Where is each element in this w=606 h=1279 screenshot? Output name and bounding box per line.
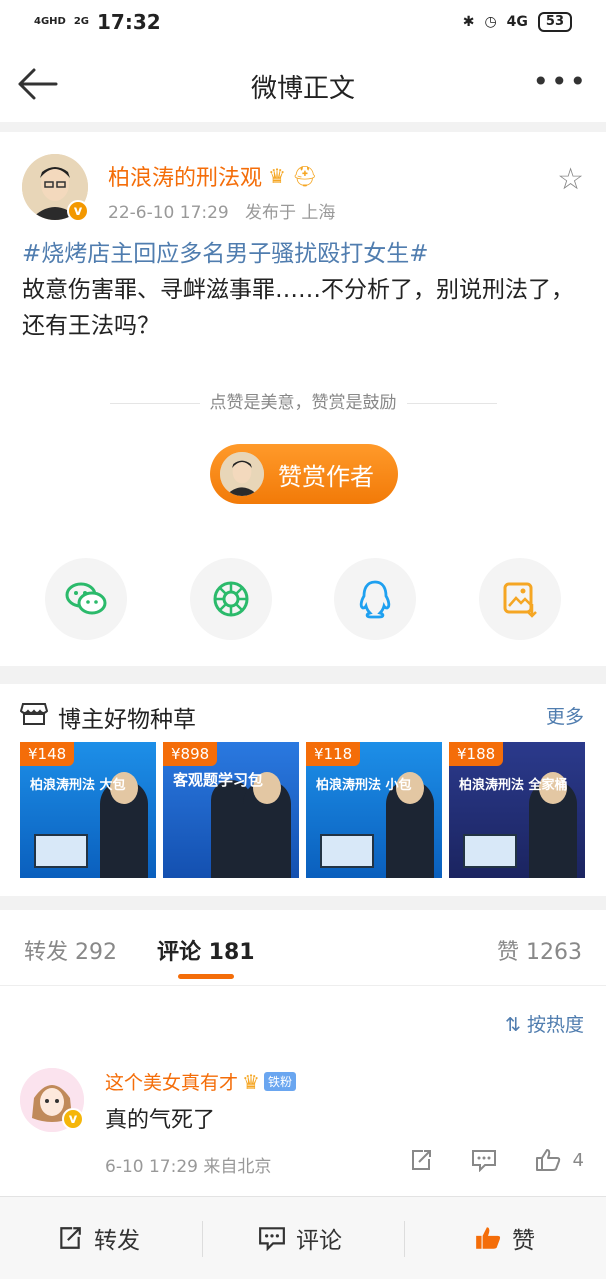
reward-tip-text: 点赞是美意，赞赏是鼓励 xyxy=(209,393,397,413)
divider xyxy=(406,402,497,404)
post-text: 故意伤害罪、寻衅滋事罪……不分析了，别说刑法了，还有王法吗？ xyxy=(22,277,574,339)
card-screen-image xyxy=(463,834,517,868)
comment-like-button[interactable]: 4 xyxy=(535,1148,584,1172)
goods-card[interactable]: 柏浪涛刑法 大包 ¥148 xyxy=(20,742,156,878)
card-price: ¥188 xyxy=(449,742,504,766)
alarm-icon: ◷ xyxy=(484,14,497,30)
hashtag-link[interactable]: #烧烤店主回应多名男子骚扰殴打女生# xyxy=(22,241,429,267)
like-button[interactable]: 赞 xyxy=(474,1221,535,1255)
status-right: ✱ ◷ 4G 53 xyxy=(463,12,572,32)
clock: 17:32 xyxy=(97,10,161,34)
moments-share-button[interactable] xyxy=(190,558,272,640)
card-title: 柏浪涛刑法 小包 xyxy=(316,778,412,793)
like-label: 赞 xyxy=(512,1228,535,1254)
card-screen-image xyxy=(320,834,374,868)
sort-icon: ⇅ xyxy=(505,1014,521,1036)
crown-icon: ♛ xyxy=(268,164,286,188)
repost-button[interactable]: 转发 xyxy=(56,1221,140,1255)
tab-like[interactable]: 赞 1263 xyxy=(497,934,582,966)
divider xyxy=(109,402,200,404)
comment-button[interactable]: 评论 xyxy=(258,1221,342,1255)
goods-section: 博主好物种草 更多 柏浪涛刑法 大包 ¥148 客观题学习包 ¥898 柏浪涛刑… xyxy=(0,684,606,896)
comment-text: 真的气死了 xyxy=(105,1108,216,1133)
crown-icon: ♛ xyxy=(242,1069,260,1094)
qq-icon xyxy=(359,580,391,619)
repost-icon xyxy=(60,1227,81,1249)
thumb-up-icon xyxy=(535,1149,560,1171)
sort-label: 按热度 xyxy=(526,1014,584,1036)
tab-comment[interactable]: 评论 181 xyxy=(157,934,255,966)
wechat-icon xyxy=(65,582,107,615)
author-name-row[interactable]: 柏浪涛的刑法观 ♛ ⛑ xyxy=(108,160,317,192)
favorite-star-icon[interactable]: ☆ xyxy=(557,162,584,197)
card-price: ¥148 xyxy=(20,742,75,766)
status-bar: 4GHD 2G 17:32 ✱ ◷ 4G 53 xyxy=(0,0,606,48)
helmet-icon: ⛑ xyxy=(291,164,318,188)
goods-more-link[interactable]: 更多 xyxy=(546,702,584,729)
card-title: 柏浪涛刑法 全家桶 xyxy=(459,778,568,793)
bluetooth-icon: ✱ xyxy=(462,14,475,30)
comment-actions: 4 xyxy=(409,1148,584,1172)
post-card: v 柏浪涛的刑法观 ♛ ⛑ 22-6-10 17:29 发布于 上海 ☆ #烧烤… xyxy=(0,132,606,666)
card-price: ¥898 xyxy=(163,742,218,766)
page-title: 微博正文 xyxy=(250,74,355,104)
goods-card[interactable]: 柏浪涛刑法 小包 ¥118 xyxy=(306,742,442,878)
repost-label: 转发 xyxy=(94,1228,140,1254)
wechat-share-button[interactable] xyxy=(45,558,127,640)
divider xyxy=(404,1221,405,1257)
fan-badge: 铁粉 xyxy=(263,1072,296,1091)
reward-author-button[interactable]: 赞赏作者 xyxy=(210,444,398,504)
bottom-action-bar: 转发 评论 赞 xyxy=(0,1196,606,1279)
moments-icon xyxy=(213,581,249,617)
card-title: 柏浪涛刑法 大包 xyxy=(30,778,126,793)
divider xyxy=(202,1221,203,1257)
save-image-icon xyxy=(503,582,537,618)
active-tab-indicator xyxy=(178,974,234,979)
commenter-row[interactable]: 这个美女真有才 ♛ 铁粉 xyxy=(105,1068,296,1095)
comment-time: 6-10 17:29 来自北京 xyxy=(105,1157,272,1177)
comment-icon[interactable] xyxy=(471,1148,497,1172)
sort-by-hot-button[interactable]: ⇅ 按热度 xyxy=(505,1010,584,1037)
post-meta: 22-6-10 17:29 发布于 上海 xyxy=(108,198,335,223)
comments-section: ⇅ 按热度 v 这个美女真有才 ♛ 铁粉 真的气死了 6-10 17:29 来自… xyxy=(0,986,606,1196)
qq-share-button[interactable] xyxy=(334,558,416,640)
share-row xyxy=(0,558,606,640)
signal-1: 4GHD xyxy=(34,16,66,27)
more-options-icon[interactable]: ••• xyxy=(532,68,588,96)
card-title: 客观题学习包 xyxy=(173,771,264,789)
comment-icon xyxy=(259,1227,285,1251)
network-label: 4G xyxy=(506,14,528,30)
save-image-button[interactable] xyxy=(479,558,561,640)
card-screen-image xyxy=(34,834,88,868)
commenter-name[interactable]: 这个美女真有才 xyxy=(105,1068,238,1095)
signal-2: 2G xyxy=(73,16,90,27)
author-name[interactable]: 柏浪涛的刑法观 xyxy=(108,160,262,192)
reward-tip: 点赞是美意，赞赏是鼓励 xyxy=(0,388,606,413)
post-time: 22-6-10 17:29 xyxy=(108,203,229,223)
tab-repost[interactable]: 转发 292 xyxy=(24,934,117,966)
comment-like-count: 4 xyxy=(572,1149,584,1171)
thumb-up-icon xyxy=(476,1227,501,1249)
card-price: ¥118 xyxy=(306,742,361,766)
post-location: 发布于 上海 xyxy=(244,203,336,223)
nav-bar: 微博正文 ••• xyxy=(0,48,606,122)
repost-icon[interactable] xyxy=(409,1148,433,1172)
shop-icon xyxy=(20,703,48,725)
verified-badge-icon: v xyxy=(67,200,89,222)
battery-icon: 53 xyxy=(537,12,572,32)
goods-card[interactable]: 柏浪涛刑法 全家桶 ¥188 xyxy=(449,742,585,878)
goods-card[interactable]: 客观题学习包 ¥898 xyxy=(163,742,299,878)
post-body: #烧烤店主回应多名男子骚扰殴打女生# 故意伤害罪、寻衅滋事罪……不分析了，别说刑… xyxy=(22,236,582,344)
commenter-verified-icon: v xyxy=(62,1108,84,1130)
reward-avatar xyxy=(220,452,264,496)
interaction-tabs: 转发 292 评论 181 赞 1263 xyxy=(0,910,606,986)
reward-button-label: 赞赏作者 xyxy=(278,462,374,491)
comment-label: 评论 xyxy=(296,1228,342,1254)
goods-title: 博主好物种草 xyxy=(58,707,196,733)
status-left: 4GHD 2G 17:32 xyxy=(34,10,161,34)
